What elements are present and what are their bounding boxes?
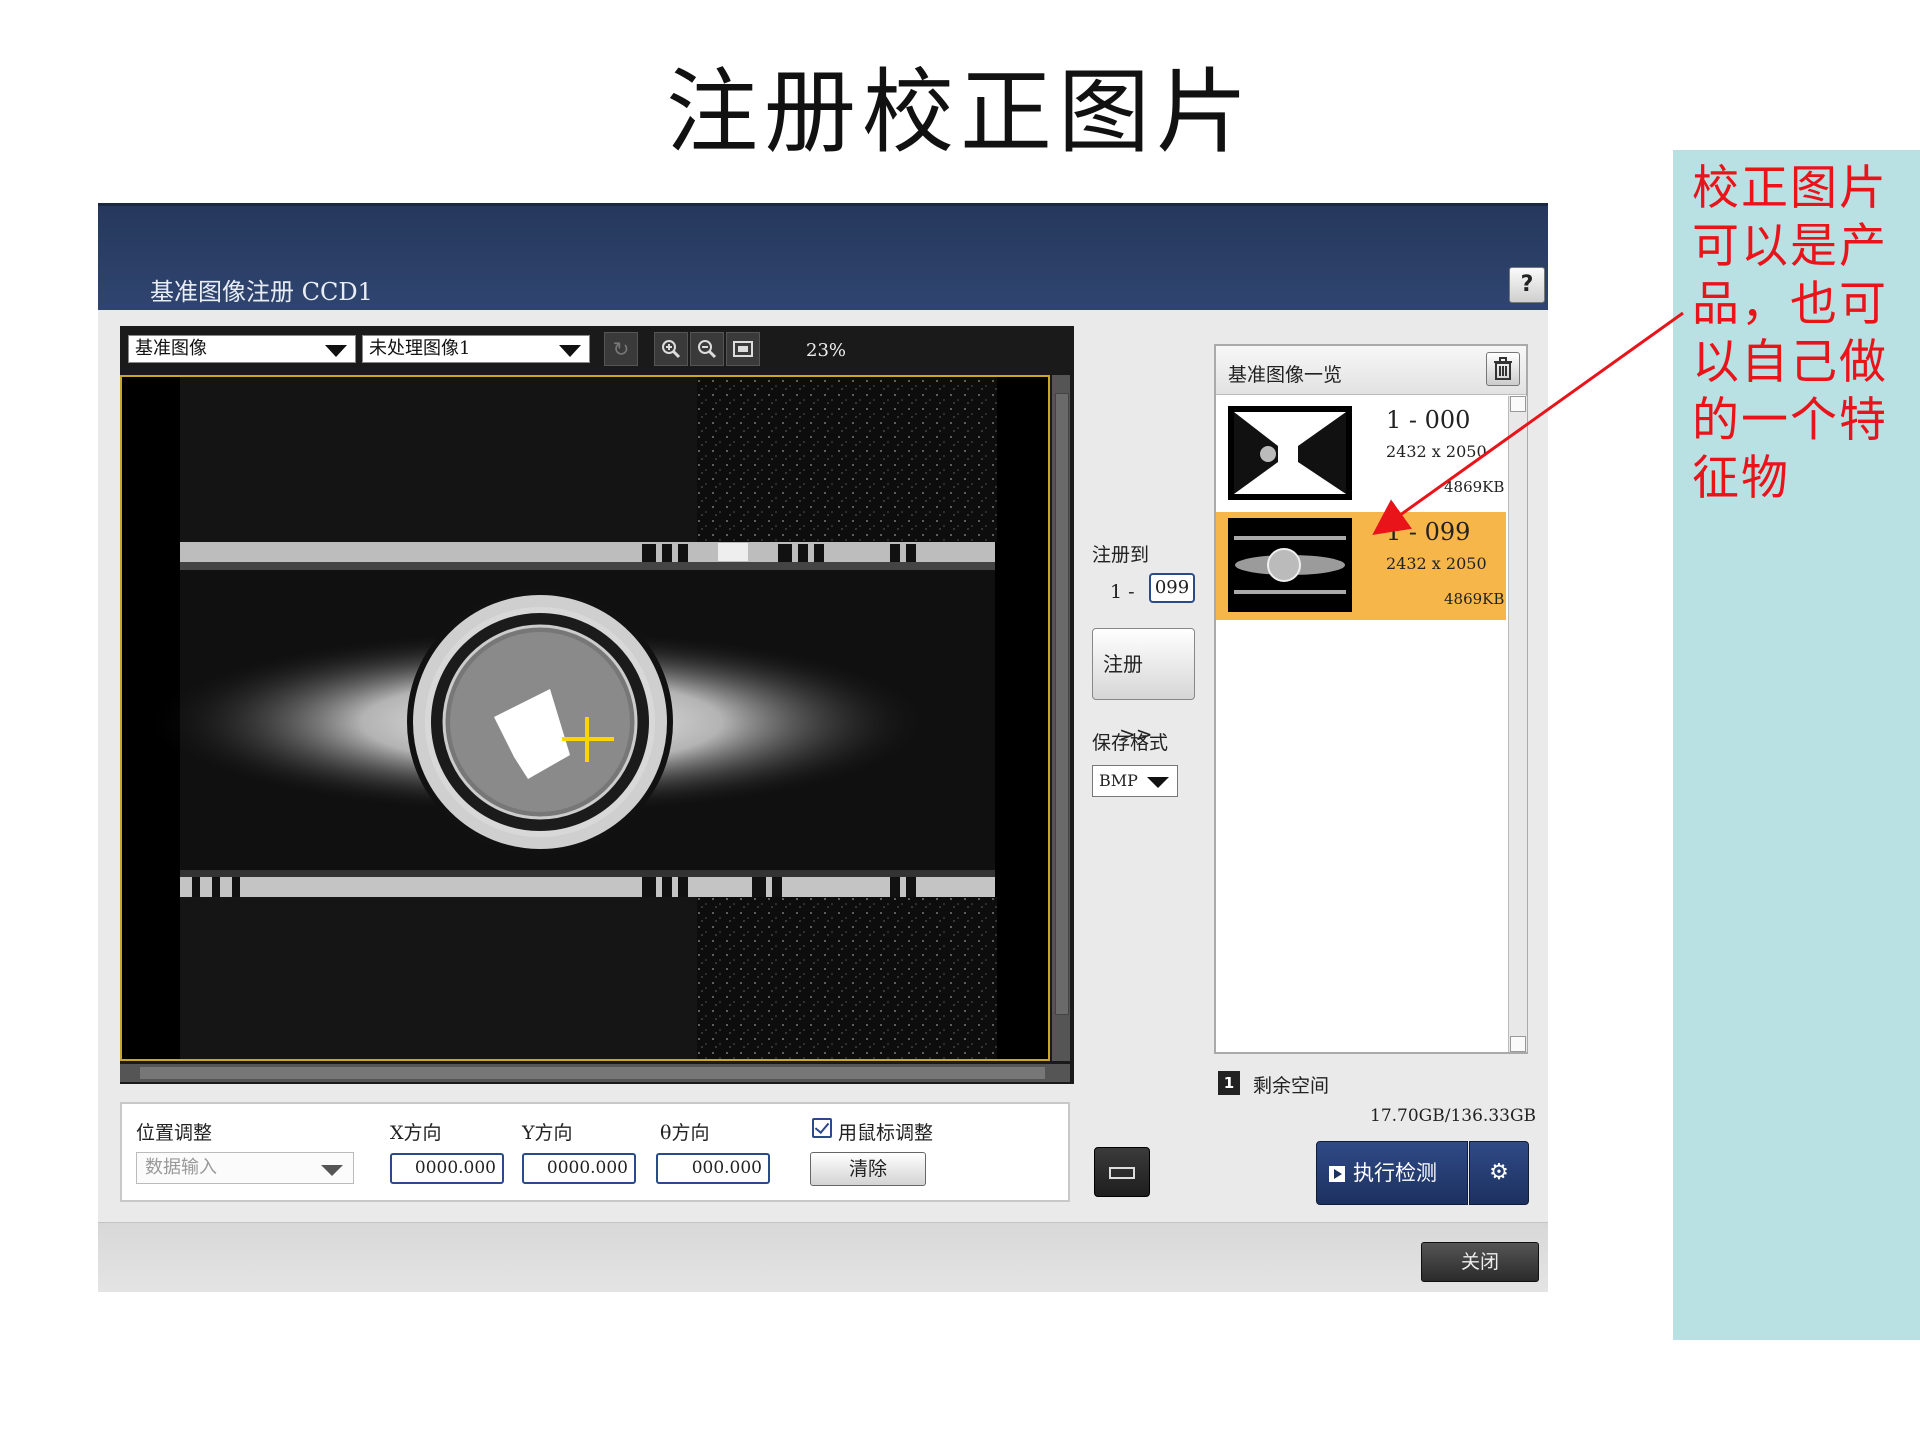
position-adjust-panel: 位置调整 数据输入 X方向 Y方向 θ方向 0000.000 0000.000 … bbox=[120, 1102, 1070, 1202]
list-item[interactable]: 1 - 099 2432 x 2050 4869KB bbox=[1216, 512, 1506, 620]
image-vertical-scrollbar[interactable] bbox=[1052, 375, 1070, 1061]
scroll-up-button[interactable] bbox=[1510, 396, 1526, 412]
x-direction-label: X方向 bbox=[390, 1122, 442, 1144]
position-mode-placeholder: 数据输入 bbox=[145, 1157, 217, 1178]
register-prefix: 1 - bbox=[1110, 581, 1135, 603]
item-number: 1 - 099 bbox=[1386, 518, 1471, 546]
keyboard-icon bbox=[1109, 1167, 1135, 1179]
register-button[interactable]: 注册 >> bbox=[1092, 628, 1195, 746]
zoom-level: 23% bbox=[806, 340, 847, 361]
image-viewer: 基准图像 未处理图像1 ↻ 23% bbox=[120, 326, 1074, 1084]
position-adjust-label: 位置调整 bbox=[136, 1122, 213, 1144]
help-button[interactable]: ? bbox=[1509, 267, 1545, 303]
window-title: 基准图像注册 CCD1 bbox=[150, 278, 373, 306]
run-options-button[interactable]: ⚙ bbox=[1469, 1141, 1529, 1205]
image-thumbnail bbox=[1228, 518, 1352, 612]
mouse-adjust-checkbox[interactable] bbox=[812, 1118, 832, 1138]
bottom-bar bbox=[98, 1222, 1548, 1292]
save-format-value: BMP bbox=[1099, 771, 1138, 790]
chevron-down-icon bbox=[559, 345, 581, 357]
clear-button[interactable]: 清除 bbox=[810, 1152, 926, 1186]
chevron-down-icon bbox=[1147, 777, 1169, 788]
raw-image-value: 未处理图像1 bbox=[369, 338, 471, 359]
slide-title: 注册校正图片 bbox=[665, 59, 1254, 166]
zoom-out-icon bbox=[698, 340, 717, 359]
scroll-thumb[interactable] bbox=[1055, 393, 1069, 1015]
theta-offset-input[interactable]: 000.000 bbox=[656, 1153, 770, 1184]
list-header: 基准图像一览 bbox=[1216, 346, 1526, 395]
register-to-label: 注册到 bbox=[1092, 544, 1150, 566]
item-number: 1 - 000 bbox=[1386, 406, 1471, 434]
annotation-text: 校正图片可以是产品，也可以自己做的一个特征物 bbox=[1692, 161, 1888, 506]
list-title: 基准图像一览 bbox=[1228, 364, 1343, 386]
window-header: 基准图像注册 CCD1 ? bbox=[98, 203, 1548, 310]
close-button[interactable]: 关闭 bbox=[1421, 1242, 1539, 1282]
item-size: 4869KB bbox=[1444, 478, 1505, 496]
list-scrollbar[interactable] bbox=[1508, 396, 1527, 1052]
position-mode-dropdown[interactable]: 数据输入 bbox=[136, 1152, 354, 1184]
raw-image-dropdown[interactable]: 未处理图像1 bbox=[362, 335, 590, 363]
chevron-down-icon bbox=[325, 345, 347, 357]
play-icon bbox=[1329, 1166, 1345, 1182]
app-window: 基准图像注册 CCD1 ? 基准图像 未处理图像1 ↻ 23% 注册到 1 - … bbox=[98, 203, 1548, 1292]
scroll-down-button[interactable] bbox=[1510, 1036, 1526, 1052]
keyboard-button[interactable] bbox=[1094, 1147, 1150, 1197]
image-horizontal-scrollbar[interactable] bbox=[120, 1064, 1070, 1082]
run-inspection-label: 执行检测 bbox=[1353, 1161, 1437, 1185]
image-source-value: 基准图像 bbox=[135, 338, 207, 359]
register-button-label: 注册 bbox=[1103, 652, 1143, 676]
run-inspection-button[interactable]: 执行检测 bbox=[1316, 1141, 1468, 1205]
storage-icon: 1 bbox=[1218, 1071, 1240, 1095]
y-direction-label: Y方向 bbox=[522, 1122, 573, 1144]
chevron-down-icon bbox=[321, 1165, 343, 1176]
theta-direction-label: θ方向 bbox=[660, 1122, 710, 1144]
save-format-label: 保存格式 bbox=[1092, 732, 1169, 754]
y-offset-input[interactable]: 0000.000 bbox=[522, 1153, 636, 1184]
image-source-dropdown[interactable]: 基准图像 bbox=[128, 335, 356, 363]
camera-image[interactable] bbox=[120, 375, 1050, 1061]
item-dimensions: 2432 x 2050 bbox=[1386, 554, 1487, 573]
fit-icon bbox=[733, 341, 753, 357]
register-number-input[interactable]: 099 bbox=[1149, 573, 1195, 603]
fit-button[interactable] bbox=[726, 332, 760, 366]
storage-value: 17.70GB/136.33GB bbox=[1370, 1106, 1537, 1126]
save-format-dropdown[interactable]: BMP bbox=[1092, 765, 1178, 797]
zoom-out-button[interactable] bbox=[690, 332, 724, 366]
run-settings-icon: ⚙ bbox=[1489, 1160, 1509, 1185]
x-offset-input[interactable]: 0000.000 bbox=[390, 1153, 504, 1184]
delete-button[interactable] bbox=[1486, 352, 1520, 386]
list-item[interactable]: 1 - 000 2432 x 2050 4869KB bbox=[1216, 400, 1506, 508]
item-dimensions: 2432 x 2050 bbox=[1386, 442, 1487, 461]
refresh-icon: ↻ bbox=[612, 337, 630, 361]
storage-label: 剩余空间 bbox=[1253, 1075, 1330, 1097]
item-size: 4869KB bbox=[1444, 590, 1505, 608]
refresh-button[interactable]: ↻ bbox=[604, 332, 638, 366]
trash-icon bbox=[1494, 357, 1512, 380]
zoom-in-button[interactable] bbox=[654, 332, 688, 366]
scroll-thumb[interactable] bbox=[140, 1067, 1045, 1079]
reference-image-list: 基准图像一览 1 - 000 2432 x 2050 4869KB 1 - 09… bbox=[1214, 344, 1528, 1054]
thumbnail-render bbox=[1228, 518, 1352, 612]
camera-image-render bbox=[122, 377, 1048, 1059]
image-thumbnail bbox=[1228, 406, 1352, 500]
zoom-in-icon bbox=[662, 340, 681, 359]
thumbnail-render bbox=[1228, 406, 1352, 500]
mouse-adjust-label: 用鼠标调整 bbox=[838, 1122, 934, 1144]
